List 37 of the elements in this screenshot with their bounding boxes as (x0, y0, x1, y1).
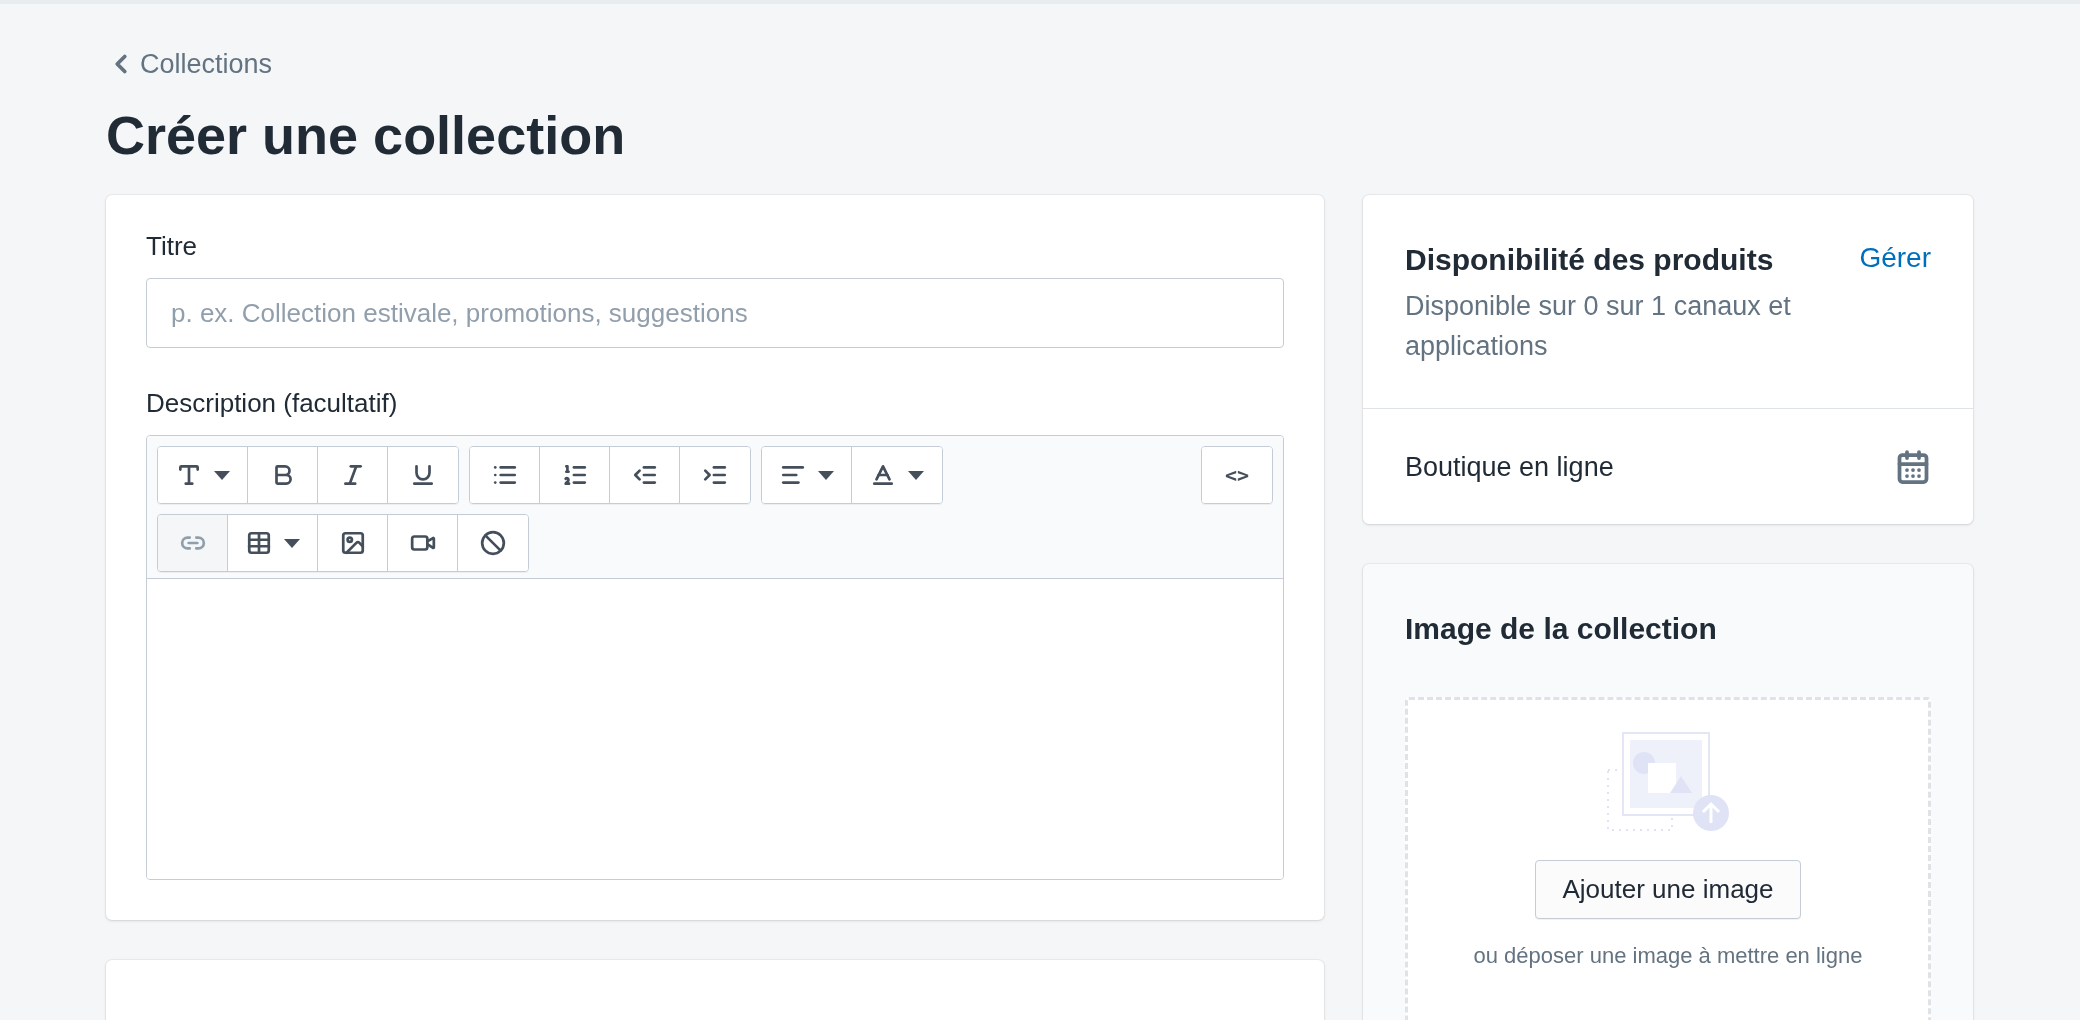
bullets-button[interactable] (470, 447, 540, 504)
add-image-button[interactable]: Ajouter une image (1535, 860, 1801, 920)
drop-hint: ou déposer une image à mettre en ligne (1473, 942, 1863, 971)
image-card-title: Image de la collection (1405, 611, 1718, 648)
back-link[interactable]: Collections (106, 44, 273, 85)
prohibited-icon (480, 530, 506, 557)
availability-title: Disponibilité des produits (1405, 242, 1774, 279)
calendar-icon[interactable] (1895, 448, 1931, 485)
align-button[interactable] (762, 447, 852, 504)
bold-button[interactable] (248, 447, 318, 504)
code-view-button[interactable]: <> (1202, 447, 1272, 504)
title-input-field[interactable]: p. ex. Collection estivale, promotions, suggestions (146, 278, 1284, 349)
italic-button[interactable] (318, 447, 388, 504)
image-upload-icon (1606, 732, 1730, 833)
caret-icon (213, 470, 230, 480)
manage-link[interactable]: Gérer (1859, 237, 1931, 280)
clear-button[interactable] (458, 515, 528, 572)
outdent-button[interactable] (610, 447, 680, 504)
image-drop-zone[interactable]: Ajouter une image ou déposer une image à mettre en ligne (1405, 697, 1931, 1020)
caret-icon (908, 470, 924, 480)
caret-icon (817, 470, 834, 480)
underline-button[interactable] (388, 447, 458, 504)
table-button[interactable] (228, 515, 318, 572)
table-icon (245, 530, 272, 557)
indent-button[interactable] (680, 447, 750, 504)
availability-summary: Disponible sur 0 sur 1 canaux et applications (1405, 290, 1792, 364)
font-button[interactable] (158, 447, 248, 504)
caret-icon (283, 538, 300, 548)
numbers-button[interactable] (540, 447, 610, 504)
title-label: Titre (146, 230, 199, 264)
image-icon (339, 530, 366, 557)
description-label: Description (facultatif) (146, 387, 399, 421)
page-title: Créer une collection (106, 103, 627, 167)
channel-name: Boutique en ligne (1405, 450, 1614, 484)
video-button[interactable] (388, 515, 458, 572)
color-button[interactable] (852, 447, 942, 504)
image-button[interactable] (318, 515, 388, 572)
